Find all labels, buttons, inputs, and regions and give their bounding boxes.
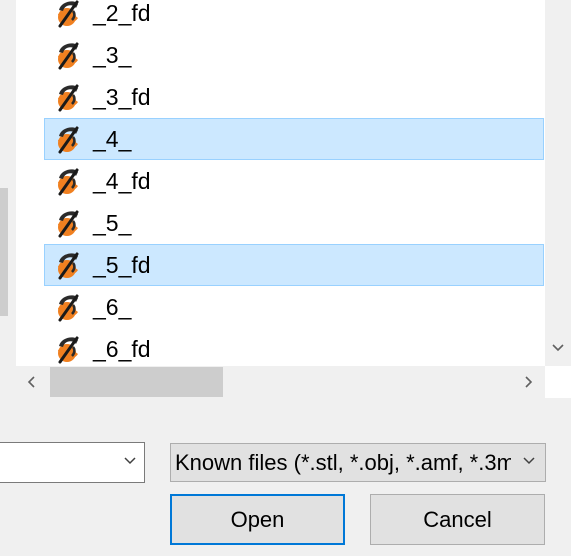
file-list-item-label: _5_fd — [93, 252, 151, 278]
file-list-item[interactable]: _6_fd — [44, 328, 544, 366]
file-list-item-label: _4_ — [93, 126, 132, 152]
prusaslicer-file-icon — [58, 336, 79, 364]
file-type-dropdown[interactable]: Known files (*.stl, *.obj, *.amf, *.3mf,… — [170, 443, 546, 482]
prusaslicer-file-icon — [58, 168, 79, 196]
prusaslicer-file-icon — [58, 294, 79, 322]
horizontal-scrollbar[interactable] — [16, 366, 545, 398]
chevron-down-icon[interactable] — [122, 453, 138, 469]
vertical-scrollbar[interactable] — [545, 0, 571, 366]
file-list-item[interactable]: _4_ — [44, 118, 544, 160]
file-list-item-label: _3_ — [93, 42, 132, 68]
open-button[interactable]: Open — [170, 494, 345, 545]
chevron-down-icon — [523, 457, 535, 465]
chevron-left-icon — [27, 376, 35, 388]
file-list: _2_fd _3_ _3_fd _4_ _4_fd _5_ _5_fd _6_ _6_fd — [16, 0, 545, 366]
prusaslicer-file-icon — [58, 0, 79, 28]
file-list-item-label: _3_fd — [93, 84, 151, 110]
file-list-item-label: _5_ — [93, 210, 132, 236]
file-list-item-label: _4_fd — [93, 168, 151, 194]
file-list-item[interactable]: _5_fd — [44, 244, 544, 286]
file-name-combobox[interactable] — [0, 442, 145, 483]
scroll-right-button[interactable] — [512, 366, 544, 398]
horizontal-scroll-thumb[interactable] — [50, 367, 223, 397]
prusaslicer-file-icon — [58, 210, 79, 238]
file-list-item[interactable]: _4_fd — [44, 160, 544, 202]
left-pane-scroll-thumb[interactable] — [0, 188, 8, 316]
scroll-down-button[interactable] — [545, 334, 571, 362]
cancel-button[interactable]: Cancel — [370, 494, 545, 545]
file-list-item[interactable]: _3_ — [44, 34, 544, 76]
chevron-down-icon — [552, 344, 564, 352]
file-list-item-label: _6_fd — [93, 336, 151, 362]
scroll-left-button[interactable] — [16, 366, 48, 398]
left-pane-scrollbar[interactable] — [0, 0, 16, 398]
file-list-item[interactable]: _3_fd — [44, 76, 544, 118]
prusaslicer-file-icon — [58, 42, 79, 70]
file-list-item[interactable]: _2_fd — [44, 0, 544, 34]
file-list-item[interactable]: _5_ — [44, 202, 544, 244]
file-list-item[interactable]: _6_ — [44, 286, 544, 328]
file-list-panel: _2_fd _3_ _3_fd _4_ _4_fd _5_ _5_fd _6_ _6_fd — [0, 0, 571, 398]
chevron-right-icon — [525, 376, 533, 388]
file-type-value: Known files (*.stl, *.obj, *.amf, *.3mf,… — [175, 450, 511, 475]
file-list-item-label: _6_ — [93, 294, 132, 320]
prusaslicer-file-icon — [58, 126, 79, 154]
prusaslicer-file-icon — [58, 84, 79, 112]
file-list-item-label: _2_fd — [93, 0, 151, 26]
prusaslicer-file-icon — [58, 252, 79, 280]
